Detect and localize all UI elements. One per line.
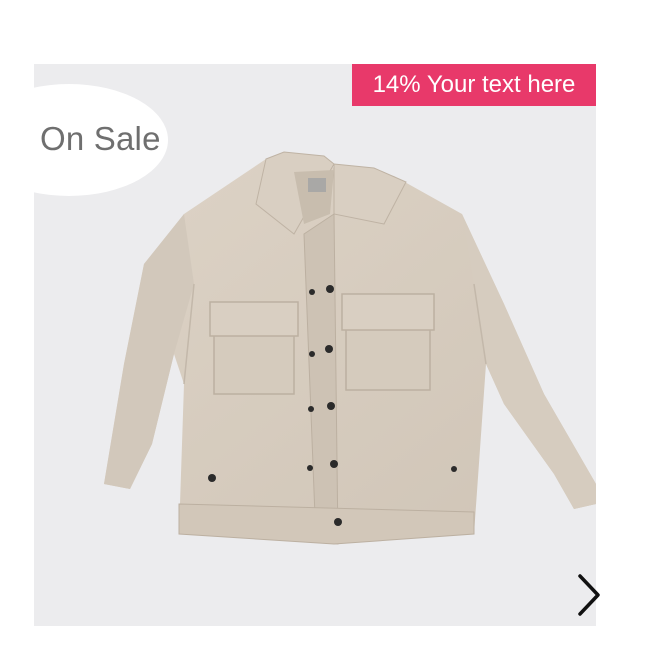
next-image-button[interactable] <box>568 570 608 620</box>
product-card: On Sale 14% Your text here <box>0 0 648 668</box>
on-sale-label: On Sale <box>40 120 161 157</box>
discount-badge: 14% Your text here <box>352 64 596 106</box>
chevron-right-icon <box>578 574 600 616</box>
on-sale-badge: On Sale <box>0 84 168 196</box>
